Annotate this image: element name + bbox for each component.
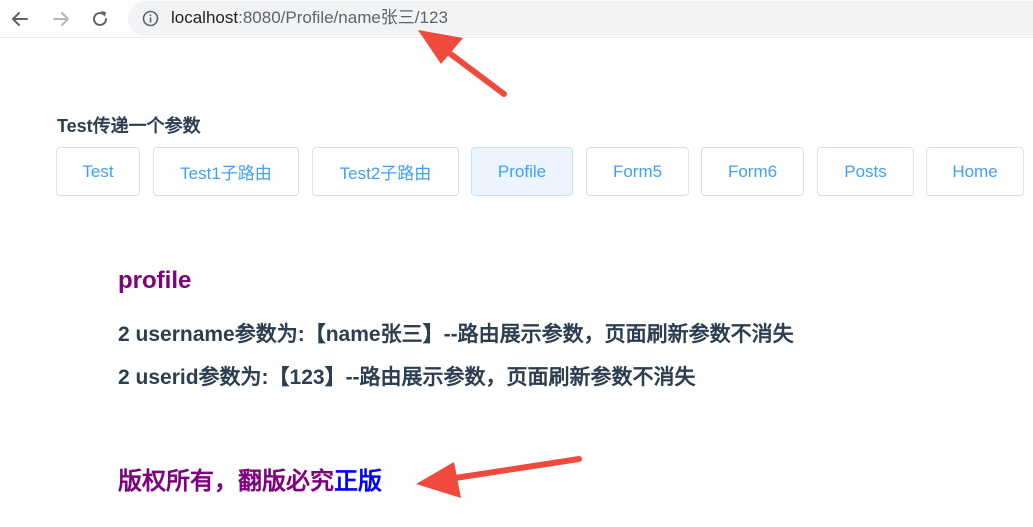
nav-button-profile[interactable]: Profile: [471, 147, 573, 196]
browser-toolbar: localhost:8080/Profile/name张三/123: [0, 0, 1033, 38]
copyright-text: 版权所有，翻版必究正版: [118, 467, 382, 497]
copyright-arrow: [416, 456, 582, 498]
copyright-blue: 正版: [334, 468, 382, 495]
info-icon[interactable]: [142, 10, 159, 27]
forward-icon[interactable]: [49, 7, 73, 31]
address-bar[interactable]: localhost:8080/Profile/name张三/123: [128, 1, 1033, 36]
profile-title: profile: [118, 267, 192, 294]
nav-button-test[interactable]: Test: [56, 147, 140, 196]
copyright-purple: 版权所有，翻版必究: [118, 468, 334, 495]
url-path: :8080/Profile/name张三/123: [238, 8, 448, 27]
page-heading: Test传递一个参数: [57, 116, 201, 136]
annotation-arrows: [416, 30, 582, 498]
nav-button-form5[interactable]: Form5: [586, 147, 689, 196]
back-icon[interactable]: [8, 7, 32, 31]
url-text: localhost:8080/Profile/name张三/123: [171, 8, 448, 28]
nav-button-home[interactable]: Home: [926, 147, 1024, 196]
username-param-line: 2 username参数为:【name张三】--路由展示参数，页面刷新参数不消失: [118, 323, 794, 346]
url-host: localhost: [171, 8, 239, 27]
reload-icon[interactable]: [88, 7, 112, 31]
url-arrow: [418, 30, 507, 97]
nav-button-form6[interactable]: Form6: [701, 147, 804, 196]
nav-button-posts[interactable]: Posts: [817, 147, 914, 196]
nav-button-test2[interactable]: Test2子路由: [312, 147, 459, 196]
nav-button-test1[interactable]: Test1子路由: [153, 147, 299, 196]
userid-param-line: 2 userid参数为:【123】--路由展示参数，页面刷新参数不消失: [118, 366, 696, 389]
